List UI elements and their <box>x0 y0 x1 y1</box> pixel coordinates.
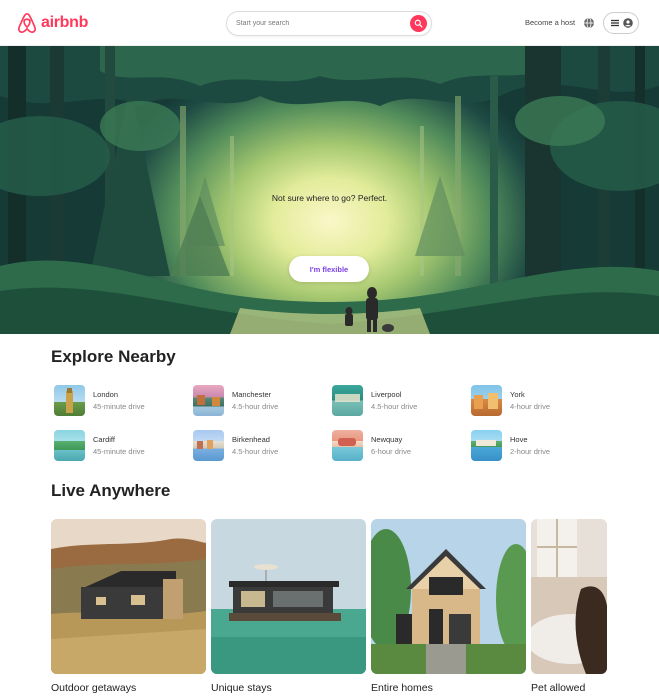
airbnb-logo-icon <box>18 12 36 34</box>
newquay-thumbnail <box>332 429 363 461</box>
nearby-drive-time: 4-hour drive <box>510 401 551 411</box>
nearby-name: Manchester <box>232 389 272 399</box>
nearby-name: Newquay <box>371 434 403 444</box>
search-bar[interactable] <box>226 11 432 36</box>
explore-nearby-heading: Explore Nearby <box>51 347 176 366</box>
nearby-item-liverpool[interactable]: Liverpool 4.5-hour drive <box>332 384 462 416</box>
nearby-item-manchester[interactable]: Manchester 4.5-hour drive <box>193 384 323 416</box>
top-navigation: airbnb Become a host <box>0 0 659 46</box>
im-flexible-button[interactable]: I'm flexible <box>289 256 369 282</box>
nearby-name: Birkenhead <box>232 434 270 444</box>
card-unique-stays[interactable] <box>211 519 366 674</box>
nearby-drive-time: 4.5-hour drive <box>371 401 418 411</box>
nearby-drive-time: 4.5-hour drive <box>232 401 279 411</box>
card-pet-allowed[interactable] <box>531 519 607 674</box>
user-menu-button[interactable] <box>603 12 639 34</box>
nearby-name: Liverpool <box>371 389 402 399</box>
york-thumbnail <box>471 384 502 416</box>
card-label: Entire homes <box>371 682 433 694</box>
hero-banner: Not sure where to go? Perfect. I'm flexi… <box>0 46 659 334</box>
nearby-name: Hove <box>510 434 528 444</box>
outdoor-getaways-image <box>51 519 206 674</box>
explore-nearby-grid: London 45-minute drive Manchester 4.5-ho… <box>54 384 614 462</box>
hero-tagline: Not sure where to go? Perfect. <box>271 193 388 203</box>
globe-icon[interactable] <box>583 17 595 29</box>
liverpool-thumbnail <box>332 384 363 416</box>
card-outdoor-getaways[interactable] <box>51 519 206 674</box>
nearby-item-london[interactable]: London 45-minute drive <box>54 384 184 416</box>
nearby-name: London <box>93 389 119 399</box>
airbnb-logo[interactable]: airbnb <box>17 12 88 34</box>
pet-allowed-image <box>531 519 607 674</box>
nearby-item-york[interactable]: York 4-hour drive <box>471 384 601 416</box>
manchester-thumbnail <box>193 384 224 416</box>
card-entire-homes[interactable] <box>371 519 526 674</box>
search-input[interactable] <box>236 20 406 27</box>
entire-homes-image <box>371 519 526 674</box>
nearby-item-newquay[interactable]: Newquay 6-hour drive <box>332 429 462 461</box>
nearby-name: Cardiff <box>93 434 115 444</box>
brand-name: airbnb <box>41 14 89 31</box>
menu-icon <box>610 19 619 27</box>
live-anywhere-heading: Live Anywhere <box>51 481 171 500</box>
nearby-drive-time: 45-minute drive <box>93 446 145 456</box>
card-label: Outdoor getaways <box>51 682 137 694</box>
nearby-drive-time: 2-hour drive <box>510 446 551 456</box>
nearby-name: York <box>510 389 525 399</box>
nearby-drive-time: 6-hour drive <box>371 446 412 456</box>
search-icon[interactable] <box>410 15 427 32</box>
nearby-item-cardiff[interactable]: Cardiff 45-minute drive <box>54 429 184 461</box>
nearby-item-hove[interactable]: Hove 2-hour drive <box>471 429 601 461</box>
birkenhead-thumbnail <box>193 429 224 461</box>
nearby-item-birkenhead[interactable]: Birkenhead 4.5-hour drive <box>193 429 323 461</box>
card-label: Pet allowed <box>531 682 586 694</box>
cardiff-thumbnail <box>54 429 85 461</box>
nearby-drive-time: 45-minute drive <box>93 401 145 411</box>
forest-illustration <box>0 46 659 334</box>
unique-stays-image <box>211 519 366 674</box>
hove-thumbnail <box>471 429 502 461</box>
become-host-link[interactable]: Become a host <box>525 18 575 27</box>
card-label: Unique stays <box>211 682 272 694</box>
user-avatar-icon <box>622 18 633 28</box>
london-thumbnail <box>54 384 85 416</box>
nearby-drive-time: 4.5-hour drive <box>232 446 279 456</box>
